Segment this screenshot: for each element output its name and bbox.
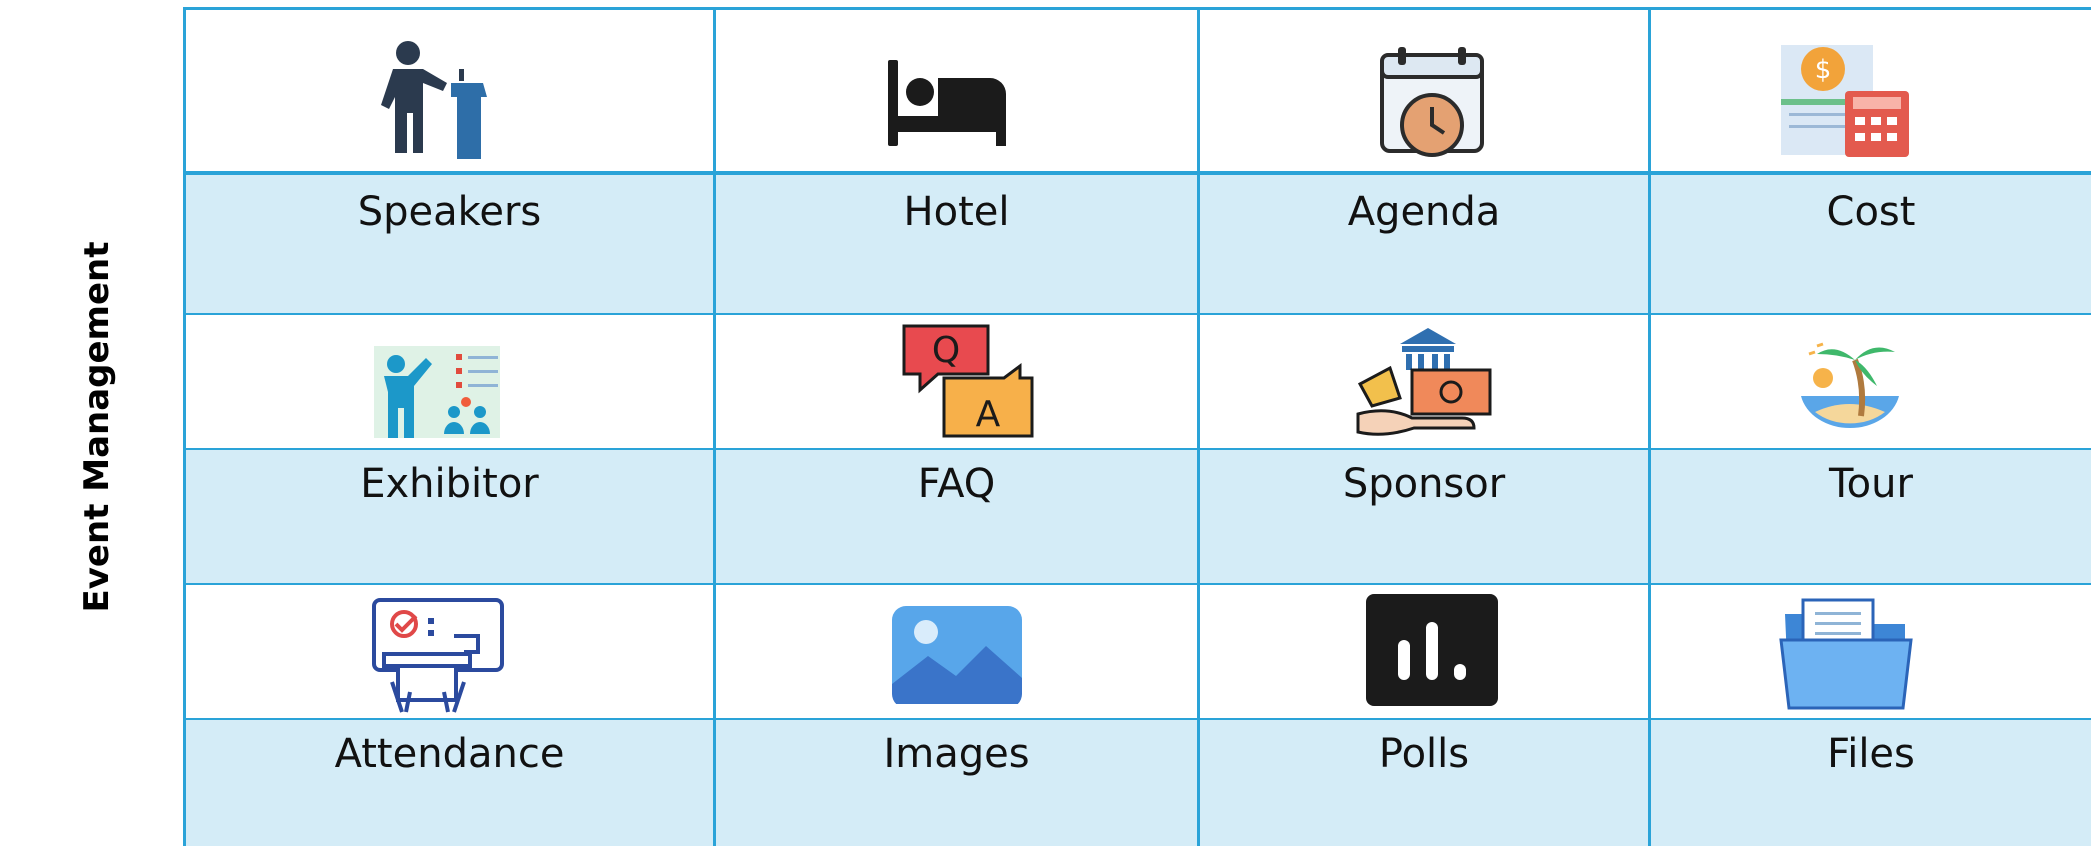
svg-text:Q: Q	[932, 330, 960, 371]
tile-agenda[interactable]: Agenda	[1200, 7, 1648, 314]
tile-label: Files	[1827, 731, 1915, 777]
hotel-bed-icon	[888, 60, 1006, 146]
tile-speakers[interactable]: Speakers	[186, 7, 713, 314]
tile-label: Images	[883, 731, 1030, 777]
tile-tour[interactable]: Tour	[1651, 314, 2091, 584]
tile-label: Hotel	[903, 189, 1010, 235]
tile-label: Exhibitor	[360, 461, 539, 507]
exhibitor-presentation-icon	[374, 346, 500, 438]
tile-label: Cost	[1826, 189, 1916, 235]
tile-label: Speakers	[357, 189, 542, 235]
speaker-podium-icon	[381, 41, 487, 159]
svg-text:$: $	[1815, 55, 1832, 85]
sponsor-money-icon	[1356, 328, 1492, 436]
tile-attendance[interactable]: Attendance	[186, 584, 713, 846]
tile-files[interactable]: Files	[1651, 584, 2091, 846]
tile-label: Agenda	[1347, 189, 1501, 235]
sidebar: Event Management	[11, 7, 186, 846]
tile-images[interactable]: Images	[716, 584, 1197, 846]
tile-faq[interactable]: Q A FAQ	[716, 314, 1197, 584]
tile-label: Polls	[1378, 731, 1470, 777]
tile-label: Tour	[1829, 461, 1913, 507]
files-folder-icon	[1779, 598, 1913, 710]
polls-chart-icon	[1366, 594, 1498, 706]
tile-sponsor[interactable]: Sponsor	[1200, 314, 1648, 584]
faq-chat-icon: Q A	[902, 324, 1034, 438]
cost-calculator-icon: $	[1781, 45, 1909, 157]
feature-grid: Speakers Hotel Agenda $ Cost Exhibitor Q…	[186, 7, 2091, 846]
tour-beach-icon	[1801, 342, 1899, 429]
tile-label: FAQ	[917, 461, 996, 507]
calendar-clock-icon	[1380, 47, 1484, 157]
tile-label: Sponsor	[1342, 461, 1506, 507]
tile-hotel[interactable]: Hotel	[716, 7, 1197, 314]
tile-polls[interactable]: Polls	[1200, 584, 1648, 846]
sidebar-title: Event Management	[77, 240, 117, 613]
svg-text:A: A	[976, 394, 1001, 435]
tile-exhibitor[interactable]: Exhibitor	[186, 314, 713, 584]
tile-cost[interactable]: $ Cost	[1651, 7, 2091, 314]
tile-label: Attendance	[334, 731, 565, 777]
attendance-checklist-icon	[372, 598, 504, 713]
images-icon	[892, 606, 1022, 704]
